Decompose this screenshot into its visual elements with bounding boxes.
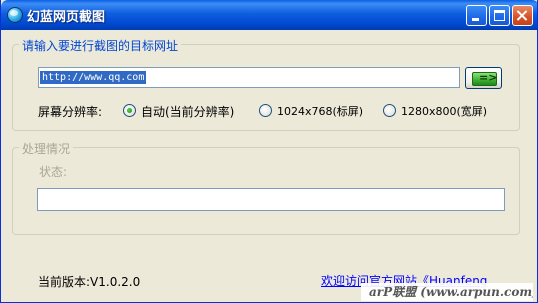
main-window: 幻蓝网页截图 请输入要进行截图的目标网址 http://www.qq.com =… bbox=[0, 0, 538, 303]
version-text: 当前版本:V1.0.2.0 bbox=[38, 275, 141, 289]
close-button[interactable] bbox=[512, 5, 533, 26]
radio-1024x768-label[interactable]: 1024x768(标屏) bbox=[277, 103, 363, 119]
window-title: 幻蓝网页截图 bbox=[27, 10, 106, 25]
globe-app-icon bbox=[7, 7, 23, 23]
url-input-value: http://www.qq.com bbox=[40, 71, 147, 84]
minimize-button[interactable] bbox=[466, 5, 487, 26]
radio-1024x768[interactable] bbox=[259, 104, 272, 117]
go-button-label: => bbox=[479, 71, 498, 84]
resolution-label: 屏幕分辨率: bbox=[38, 105, 103, 119]
title-bar[interactable]: 幻蓝网页截图 bbox=[1, 0, 537, 30]
watermark: arP联盟 (www.arpun.com) bbox=[361, 283, 533, 301]
status-label: 状态: bbox=[39, 165, 68, 179]
url-group-legend: 请输入要进行截图的目标网址 bbox=[19, 37, 182, 54]
radio-1280x800-label[interactable]: 1280x800(宽屏) bbox=[401, 103, 487, 119]
status-field bbox=[37, 188, 505, 211]
url-input[interactable]: http://www.qq.com bbox=[38, 67, 460, 88]
minimize-icon bbox=[472, 18, 479, 21]
radio-auto[interactable] bbox=[123, 104, 136, 117]
maximize-icon bbox=[494, 10, 505, 21]
arrow-right-icon: => bbox=[472, 71, 498, 86]
radio-1280x800[interactable] bbox=[383, 104, 396, 117]
go-button[interactable]: => bbox=[465, 67, 502, 89]
maximize-button[interactable] bbox=[489, 5, 510, 26]
close-icon bbox=[513, 6, 532, 25]
process-group-legend: 处理情况 bbox=[19, 140, 74, 157]
radio-auto-label[interactable]: 自动(当前分辨率) bbox=[141, 103, 234, 120]
